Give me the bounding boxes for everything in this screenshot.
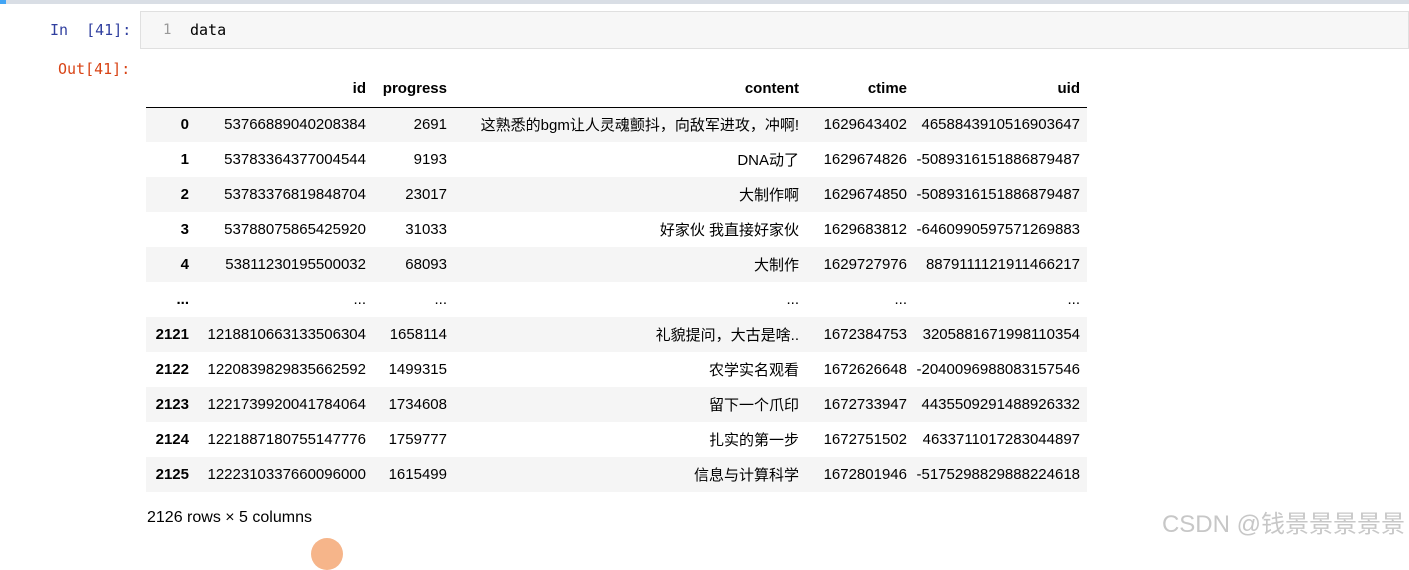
table-cell-id: ... — [353, 291, 366, 308]
table-cell-content: 大制作啊 — [738, 187, 799, 204]
floating-assistant-icon[interactable] — [311, 538, 343, 570]
table-cell-ctime: 1629643402 — [823, 116, 907, 134]
table-cell-content: 留下一个爪印 — [708, 397, 799, 414]
table-cell-id: 1218810663133506304 — [207, 326, 366, 343]
table-cell-progress: 31033 — [405, 221, 447, 238]
table-cell-uid: 4435509291488926332 — [921, 396, 1080, 413]
table-row: 4 53811230195500032 68093 大制作 1629727976 8879… — [146, 247, 1087, 282]
table-header-row: id progress content ctime uid — [146, 71, 1087, 108]
table-cell-id: 53766889040208384 — [224, 116, 366, 134]
table-cell-progress: 9193 — [413, 151, 447, 168]
table-cell-ctime: 1672626648 — [823, 361, 907, 378]
table-cell-uid: -5089316151886879487 — [916, 151, 1081, 168]
dataframe-shape: 2126 rows × 5 columns — [147, 509, 312, 526]
table-cell-content: DNA动了 — [737, 152, 799, 169]
column-header-uid: uid — [914, 71, 1087, 108]
row-index: 2122 — [155, 361, 189, 378]
code-text[interactable]: data — [190, 21, 226, 39]
table-cell-progress: 23017 — [405, 186, 447, 203]
table-cell-uid: 4633711017283044897 — [922, 431, 1080, 448]
row-index: 3 — [180, 221, 189, 238]
table-cell-ctime: 1629674826 — [823, 151, 907, 168]
row-index: 2 — [180, 186, 189, 203]
table-row: 2121 1218810663133506304 1658114 礼貌提问，大古是啥.… — [146, 317, 1087, 352]
row-index: 2123 — [155, 396, 189, 413]
table-cell-progress: 1658114 — [389, 326, 447, 343]
table-cell-uid: -5089316151886879487 — [916, 186, 1081, 203]
table-row: 2123 1221739920041784064 1734608 留下一个爪印 1672… — [146, 387, 1087, 422]
table-cell-id: 53783364377004544 — [224, 151, 366, 168]
table-cell-content: 大制作 — [753, 257, 799, 274]
table-cell-progress: 1499315 — [388, 361, 447, 378]
table-cell-uid: 4658843910516903647 — [921, 116, 1080, 134]
row-index: 2121 — [155, 326, 189, 343]
table-cell-uid: ... — [1067, 291, 1080, 308]
row-index: 0 — [180, 116, 189, 134]
table-cell-ctime: 1629727976 — [823, 256, 907, 273]
table-cell-id: 53783376819848704 — [224, 186, 366, 203]
row-index: 1 — [180, 151, 189, 168]
table-cell-progress: ... — [434, 291, 447, 308]
table-row: 1 53783364377004544 9193 DNA动了 1629674826 -50… — [146, 142, 1087, 177]
code-input-cell[interactable]: 1 data — [140, 11, 1409, 49]
table-cell-id: 53788075865425920 — [224, 221, 366, 238]
cell-top-border — [0, 0, 1409, 4]
csdn-watermark: CSDN @钱景景景景景 — [1161, 511, 1405, 538]
table-cell-content: 这熟悉的bgm让人灵魂颤抖，向敌军进攻，冲啊! — [480, 117, 799, 135]
row-index: 2125 — [155, 466, 189, 483]
table-cell-ctime: 1629683812 — [823, 221, 907, 238]
table-cell-progress: 1759777 — [388, 431, 447, 448]
table-row: 3 53788075865425920 31033 好家伙 我直接好家伙 1629683… — [146, 212, 1087, 247]
table-cell-ctime: 1672733947 — [823, 396, 907, 413]
dataframe-table: id progress content ctime uid 0 5376688904020… — [146, 71, 1087, 492]
column-header-ctime: ctime — [806, 71, 914, 108]
table-cell-id: 1221887180755147776 — [207, 431, 366, 448]
output-prompt: Out[41]: — [58, 60, 131, 78]
table-cell-content: 农学实名观看 — [708, 362, 799, 379]
table-cell-ctime: 1672384753 — [823, 326, 907, 343]
table-cell-id: 53811230195500032 — [225, 256, 366, 273]
table-row: 2 53783376819848704 23017 大制作啊 1629674850 -50… — [146, 177, 1087, 212]
row-index: 2124 — [155, 431, 189, 448]
table-cell-progress: 68093 — [405, 256, 447, 273]
table-cell-content: ... — [786, 291, 799, 308]
column-header-id: id — [196, 71, 373, 108]
table-cell-ctime: 1672751502 — [823, 431, 907, 448]
table-cell-uid: -6460990597571269883 — [916, 221, 1081, 238]
table-cell-progress: 1615499 — [388, 466, 447, 483]
column-header-progress: progress — [373, 71, 454, 108]
table-cell-content: 扎实的第一步 — [708, 432, 799, 449]
table-cell-id: 1221739920041784064 — [207, 396, 366, 413]
table-cell-id: 1222310337660096000 — [207, 466, 366, 483]
table-body: 0 53766889040208384 2691 这熟悉的bgm让人灵魂颤抖，向敌军进… — [146, 107, 1087, 492]
table-cell-ctime: 1629674850 — [823, 186, 907, 203]
table-row: 0 53766889040208384 2691 这熟悉的bgm让人灵魂颤抖，向敌军进… — [146, 107, 1087, 142]
table-cell-uid: -2040096988083157546 — [916, 361, 1081, 378]
row-index: 4 — [180, 256, 189, 273]
line-number: 1 — [163, 22, 172, 38]
table-cell-uid: 8879111121911466217 — [925, 256, 1080, 273]
table-cell-id: 1220839829835662592 — [207, 361, 366, 378]
table-cell-progress: 2691 — [413, 116, 447, 134]
table-cell-uid: -5175298829888224618 — [916, 466, 1081, 483]
row-index: ... — [176, 291, 189, 308]
table-row: .................. — [146, 282, 1087, 317]
table-cell-ctime: ... — [894, 291, 907, 308]
table-cell-content: 好家伙 我直接好家伙 — [659, 222, 799, 239]
table-row: 2122 1220839829835662592 1499315 农学实名观看 1672… — [146, 352, 1087, 387]
cell-selection-marker — [0, 0, 6, 4]
table-row: 2125 1222310337660096000 1615499 信息与计算科学 167… — [146, 457, 1087, 492]
table-cell-content: 礼貌提问，大古是啥.. — [655, 327, 799, 344]
index-header — [146, 71, 196, 108]
table-cell-content: 信息与计算科学 — [693, 467, 799, 484]
table-cell-progress: 1734608 — [388, 396, 447, 413]
input-prompt: In [41]: — [50, 21, 132, 39]
column-header-content: content — [454, 71, 806, 108]
table-cell-ctime: 1672801946 — [823, 466, 907, 483]
table-row: 2124 1221887180755147776 1759777 扎实的第一步 1672… — [146, 422, 1087, 457]
table-cell-uid: 3205881671998110354 — [922, 326, 1080, 343]
